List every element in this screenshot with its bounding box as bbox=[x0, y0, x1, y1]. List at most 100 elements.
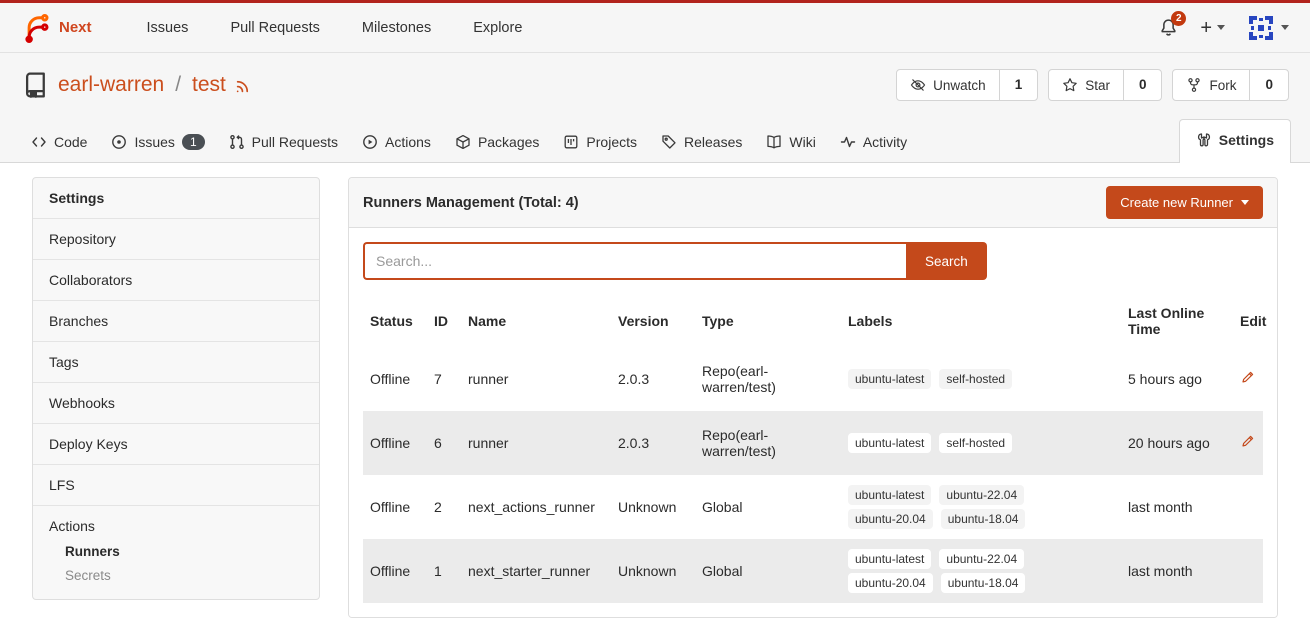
tab-releases-label: Releases bbox=[684, 134, 742, 150]
tab-releases[interactable]: Releases bbox=[649, 122, 754, 163]
runners-table: Status ID Name Version Type Labels Last … bbox=[363, 295, 1263, 603]
navbar-links: Issues Pull Requests Milestones Explore bbox=[126, 10, 544, 46]
forks-count[interactable]: 0 bbox=[1249, 70, 1288, 100]
search-input[interactable] bbox=[363, 242, 906, 280]
sidebar-item-actions[interactable]: Actions bbox=[49, 518, 303, 534]
top-navbar: Next Issues Pull Requests Milestones Exp… bbox=[0, 3, 1310, 53]
sidebar-actions-subitems: Runners Secrets bbox=[49, 544, 303, 583]
unwatch-label: Unwatch bbox=[933, 78, 986, 93]
edit-pencil-icon[interactable] bbox=[1240, 434, 1255, 449]
cell-version: 2.0.3 bbox=[611, 411, 695, 475]
cell-labels: ubuntu-latest self-hosted bbox=[841, 411, 1121, 475]
sidebar-item-tags[interactable]: Tags bbox=[33, 341, 319, 382]
label-chip: ubuntu-18.04 bbox=[941, 509, 1026, 529]
pulse-icon bbox=[840, 134, 856, 150]
repo-tabbar: Code Issues 1 Pull Requests Actions bbox=[0, 119, 1310, 163]
tab-wiki[interactable]: Wiki bbox=[754, 122, 827, 163]
settings-sidebar: Settings Repository Collaborators Branch… bbox=[32, 177, 320, 600]
create-runner-button[interactable]: Create new Runner bbox=[1106, 186, 1263, 219]
project-board-icon bbox=[563, 134, 579, 150]
tab-settings-label: Settings bbox=[1219, 132, 1274, 148]
repo-name-link[interactable]: test bbox=[192, 73, 226, 97]
navbar-item-milestones[interactable]: Milestones bbox=[341, 10, 452, 46]
sidebar-item-secrets[interactable]: Secrets bbox=[65, 568, 303, 583]
search-bar: Search bbox=[363, 242, 1263, 280]
fork-button[interactable]: Fork bbox=[1173, 70, 1249, 100]
cell-edit bbox=[1233, 411, 1263, 475]
label-chip: ubuntu-latest bbox=[848, 549, 931, 569]
tab-actions[interactable]: Actions bbox=[350, 122, 443, 163]
cell-id: 6 bbox=[427, 411, 461, 475]
stars-count[interactable]: 0 bbox=[1123, 70, 1162, 100]
sidebar-item-repository[interactable]: Repository bbox=[33, 218, 319, 259]
unwatch-button[interactable]: Unwatch bbox=[897, 70, 999, 100]
sidebar-item-webhooks[interactable]: Webhooks bbox=[33, 382, 319, 423]
watchers-count[interactable]: 1 bbox=[999, 70, 1038, 100]
site-header: Next Issues Pull Requests Milestones Exp… bbox=[0, 3, 1310, 163]
label-chip: ubuntu-latest bbox=[848, 369, 931, 389]
tab-issues-label: Issues bbox=[134, 134, 174, 150]
label-chip: ubuntu-18.04 bbox=[941, 573, 1026, 593]
table-row: Offline 6 runner 2.0.3 Repo(earl-warren/… bbox=[363, 411, 1263, 475]
search-button[interactable]: Search bbox=[906, 242, 987, 280]
tab-issues[interactable]: Issues 1 bbox=[99, 122, 216, 163]
package-icon bbox=[455, 134, 471, 150]
table-row: Offline 7 runner 2.0.3 Repo(earl-warren/… bbox=[363, 347, 1263, 411]
navbar-item-explore[interactable]: Explore bbox=[452, 10, 543, 46]
create-menu-button[interactable]: + bbox=[1200, 18, 1225, 38]
cell-labels: ubuntu-latest self-hosted bbox=[841, 347, 1121, 411]
panel-header: Runners Management (Total: 4) Create new… bbox=[349, 178, 1277, 228]
label-chip: ubuntu-latest bbox=[848, 433, 931, 453]
tab-pull-requests-label: Pull Requests bbox=[252, 134, 338, 150]
label-chip: ubuntu-22.04 bbox=[939, 549, 1024, 569]
repo-separator: / bbox=[175, 73, 181, 97]
panel-title: Runners Management (Total: 4) bbox=[363, 195, 579, 211]
cell-name: runner bbox=[461, 347, 611, 411]
tab-projects[interactable]: Projects bbox=[551, 122, 649, 163]
label-chip: self-hosted bbox=[939, 433, 1012, 453]
table-body: Offline 7 runner 2.0.3 Repo(earl-warren/… bbox=[363, 347, 1263, 603]
cell-name: runner bbox=[461, 411, 611, 475]
chevron-down-icon bbox=[1217, 25, 1225, 30]
navbar-item-pull-requests[interactable]: Pull Requests bbox=[209, 10, 340, 46]
label-chip: ubuntu-20.04 bbox=[848, 573, 933, 593]
sidebar-item-lfs[interactable]: LFS bbox=[33, 464, 319, 505]
tab-code[interactable]: Code bbox=[19, 122, 99, 163]
fork-label: Fork bbox=[1209, 78, 1236, 93]
sidebar-item-runners[interactable]: Runners bbox=[65, 544, 303, 559]
tab-packages[interactable]: Packages bbox=[443, 122, 551, 163]
label-chip: self-hosted bbox=[939, 369, 1012, 389]
star-button-group: Star 0 bbox=[1048, 69, 1162, 101]
avatar bbox=[1247, 14, 1275, 42]
sidebar-item-collaborators[interactable]: Collaborators bbox=[33, 259, 319, 300]
tab-pull-requests[interactable]: Pull Requests bbox=[217, 122, 350, 163]
star-icon bbox=[1062, 77, 1078, 93]
repo-owner-link[interactable]: earl-warren bbox=[58, 73, 164, 97]
star-button[interactable]: Star bbox=[1049, 70, 1123, 100]
cell-last-online: last month bbox=[1121, 475, 1233, 539]
forgejo-logo-link[interactable]: Next bbox=[21, 13, 92, 43]
pull-request-icon bbox=[229, 134, 245, 150]
sidebar-item-branches[interactable]: Branches bbox=[33, 300, 319, 341]
runners-panel: Runners Management (Total: 4) Create new… bbox=[348, 177, 1278, 618]
fork-icon bbox=[1186, 77, 1202, 93]
sidebar-item-deploy-keys[interactable]: Deploy Keys bbox=[33, 423, 319, 464]
cell-status: Offline bbox=[363, 347, 427, 411]
navbar-item-issues[interactable]: Issues bbox=[126, 10, 210, 46]
notification-count-badge: 2 bbox=[1171, 11, 1186, 26]
tab-settings[interactable]: Settings bbox=[1179, 119, 1291, 163]
tab-activity[interactable]: Activity bbox=[828, 122, 919, 163]
plus-icon: + bbox=[1200, 18, 1212, 38]
header-last-online: Last Online Time bbox=[1121, 295, 1233, 347]
table-row: Offline 2 next_actions_runner Unknown Gl… bbox=[363, 475, 1263, 539]
edit-pencil-icon[interactable] bbox=[1240, 370, 1255, 385]
sidebar-item-settings[interactable]: Settings bbox=[33, 178, 319, 218]
user-menu-button[interactable] bbox=[1247, 14, 1289, 42]
tab-actions-label: Actions bbox=[385, 134, 431, 150]
cell-name: next_starter_runner bbox=[461, 539, 611, 603]
notifications-button[interactable]: 2 bbox=[1159, 18, 1178, 37]
cell-edit bbox=[1233, 347, 1263, 411]
rss-icon[interactable] bbox=[235, 77, 252, 94]
cell-last-online: 20 hours ago bbox=[1121, 411, 1233, 475]
tab-activity-label: Activity bbox=[863, 134, 907, 150]
